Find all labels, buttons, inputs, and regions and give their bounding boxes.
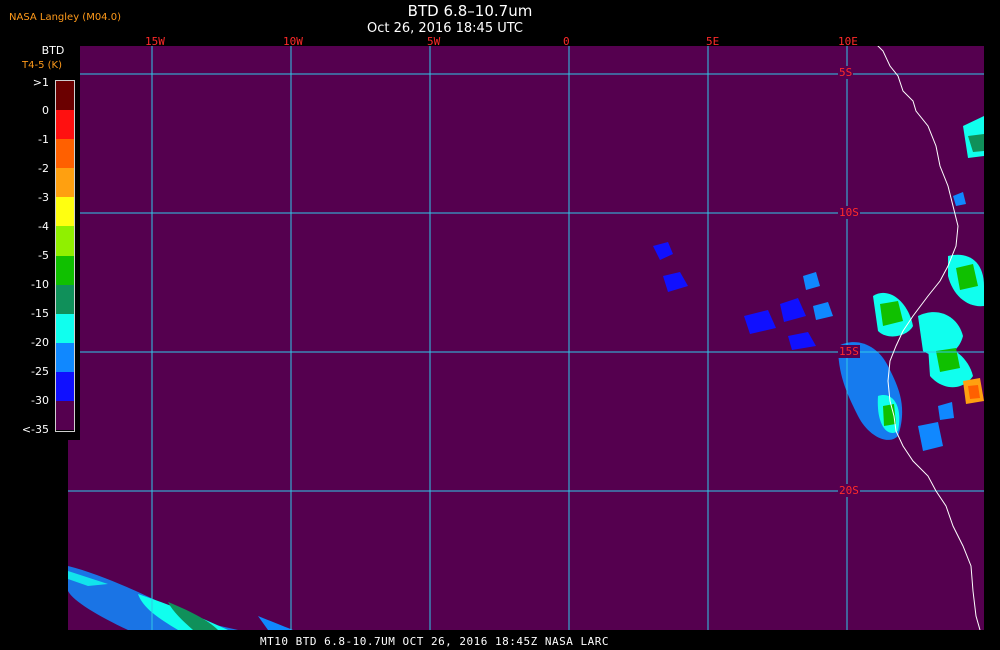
color-swatch [56, 284, 74, 314]
scale-label: -4 [38, 220, 49, 233]
footer-caption: MT10 BTD 6.8-10.7UM OCT 26, 2016 18:45Z … [260, 635, 610, 648]
data-source-label: NASA Langley (M04.0) [9, 12, 121, 23]
color-swatch [56, 110, 74, 140]
satellite-map [68, 46, 984, 630]
color-swatch [56, 255, 74, 285]
lat-label-10s: 10S [838, 206, 860, 219]
legend-units: T4-5 (K) [22, 60, 62, 71]
color-swatch [56, 371, 74, 402]
scale-label: -2 [38, 162, 49, 175]
color-swatch [56, 168, 74, 198]
scale-label: -3 [38, 191, 49, 204]
scale-label: -15 [31, 307, 49, 320]
scale-label: -30 [31, 394, 49, 407]
timestamp-label: Oct 26, 2016 18:45 UTC [367, 21, 523, 36]
map-graphics [68, 46, 984, 630]
product-title: BTD 6.8–10.7um [407, 2, 533, 20]
color-swatch [56, 342, 74, 372]
color-swatch [56, 197, 74, 227]
scale-label: -20 [31, 336, 49, 349]
lat-lon-grid [68, 46, 984, 630]
color-swatch [56, 139, 74, 169]
color-swatch [56, 226, 74, 256]
lat-label-5s: 5S [838, 66, 854, 79]
scale-label: <-35 [21, 423, 49, 436]
color-swatch [56, 313, 74, 343]
legend-title: BTD [41, 44, 65, 57]
color-swatch [56, 81, 74, 111]
scale-label: >1 [32, 76, 49, 89]
color-scale-bar [55, 80, 75, 432]
scale-label: -1 [38, 133, 49, 146]
lat-label-20s: 20S [838, 484, 860, 497]
scale-label: -5 [38, 249, 49, 262]
scale-label: -25 [31, 365, 49, 378]
scale-label: 0 [42, 104, 49, 117]
scale-label: -10 [31, 278, 49, 291]
color-swatch [56, 401, 74, 431]
lat-label-15s: 15S [838, 345, 860, 358]
